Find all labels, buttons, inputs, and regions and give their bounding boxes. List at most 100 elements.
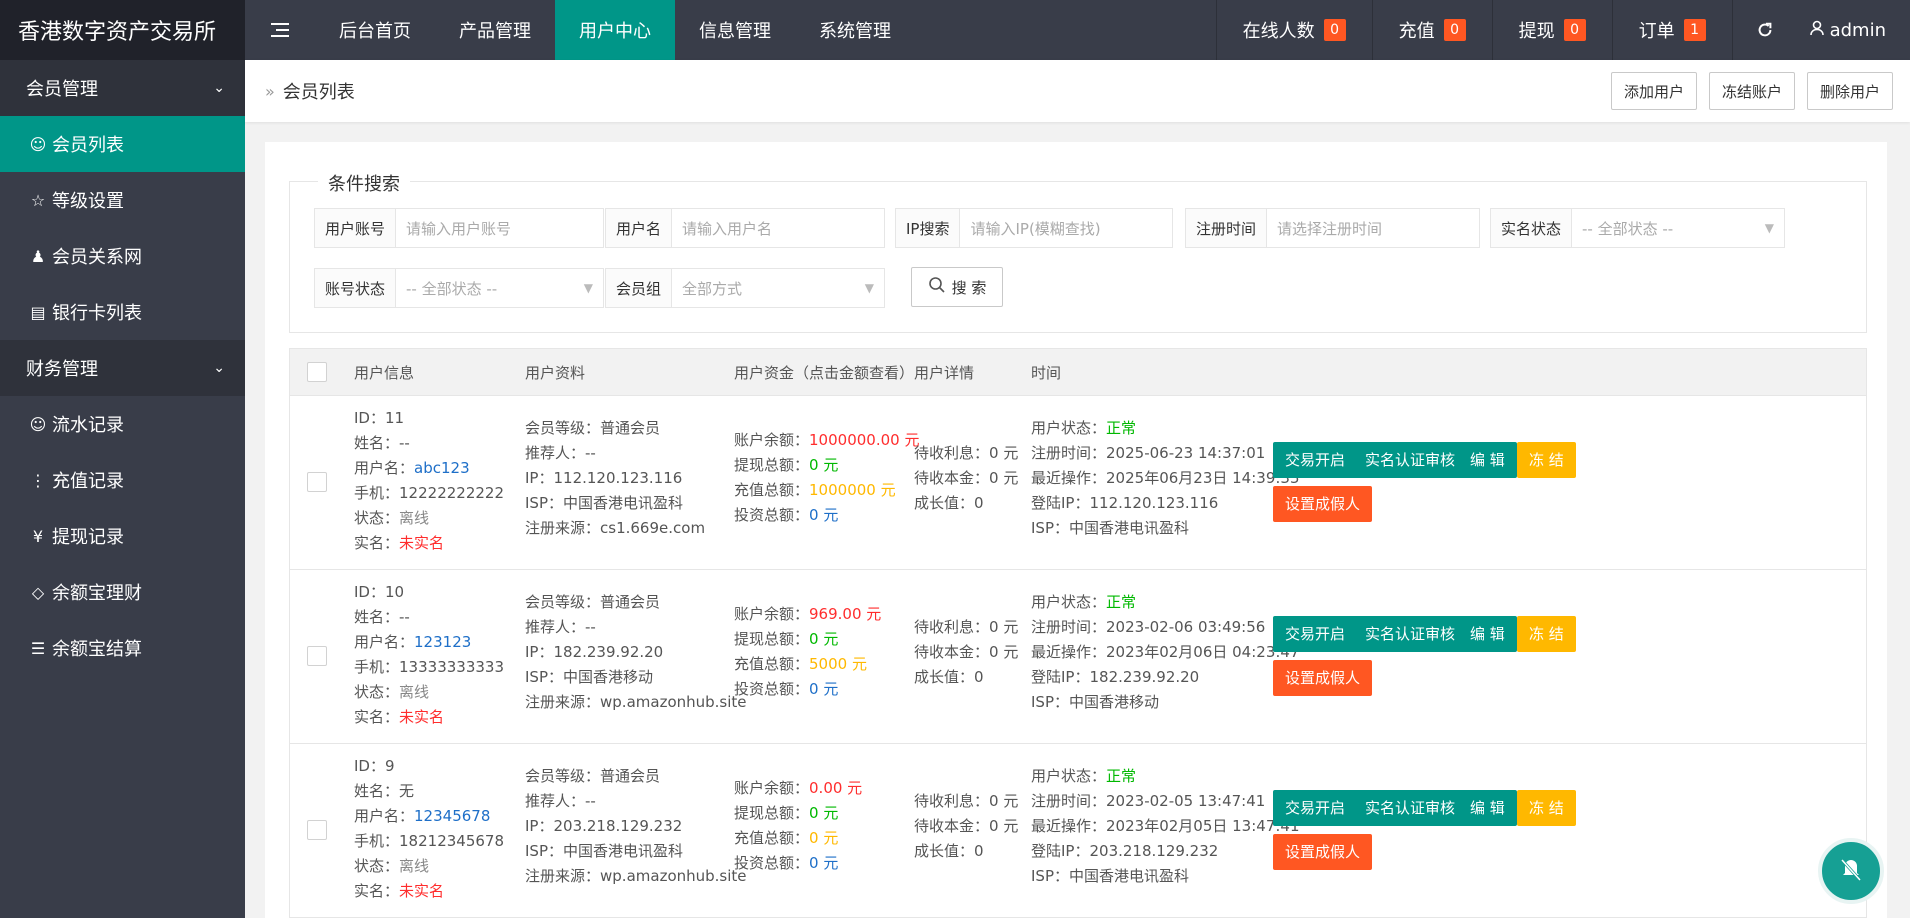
sidebar-item-levels[interactable]: ☆ 等级设置 bbox=[0, 172, 245, 228]
trade-enable-button[interactable]: 交易开启 bbox=[1273, 790, 1358, 826]
sidebar-item-withdraw[interactable]: ¥ 提现记录 bbox=[0, 508, 245, 564]
info-text: 普通会员 bbox=[600, 419, 661, 437]
balance-link[interactable]: 969.00 元 bbox=[809, 605, 881, 623]
admin-menu[interactable]: admin bbox=[1798, 0, 1910, 60]
sidebar-item-member-list[interactable]: ☺ 会员列表 bbox=[0, 116, 245, 172]
group-select[interactable]: 全部方式 ▼ bbox=[672, 269, 884, 307]
select-all-checkbox[interactable] bbox=[307, 362, 327, 382]
delete-user-button[interactable]: 删除用户 bbox=[1806, 72, 1893, 110]
freeze-button[interactable]: 冻 结 bbox=[1517, 442, 1576, 478]
edit-button[interactable]: 编 辑 bbox=[1458, 616, 1517, 652]
info-text: 姓名： bbox=[354, 434, 400, 452]
row-checkbox[interactable] bbox=[307, 820, 327, 840]
row-checkbox[interactable] bbox=[307, 646, 327, 666]
stat-recharge[interactable]: 充值 0 bbox=[1371, 0, 1492, 60]
info-line: 待收利息：0 元 bbox=[914, 615, 1018, 640]
info-text: 提现总额： bbox=[734, 804, 810, 822]
info-line: 用户名：12345678 bbox=[354, 804, 504, 829]
nav-home[interactable]: 后台首页 bbox=[315, 0, 435, 60]
sidebar-item-bank-cards[interactable]: ▤ 银行卡列表 bbox=[0, 284, 245, 340]
search-button[interactable]: 搜 索 bbox=[911, 267, 1003, 307]
column-header: 时间 bbox=[1031, 364, 1062, 382]
invest-link[interactable]: 0 元 bbox=[809, 506, 838, 524]
account-input[interactable]: 请输入用户账号 bbox=[396, 209, 603, 247]
refresh-icon[interactable] bbox=[1731, 0, 1798, 60]
label-text: 余额宝结算 bbox=[52, 639, 142, 660]
label-text: 会员关系网 bbox=[52, 247, 142, 268]
recharge-link[interactable]: 1000000 元 bbox=[809, 481, 896, 499]
username-link[interactable]: abc123 bbox=[414, 459, 470, 477]
info-text: 112.120.123.116 bbox=[553, 469, 683, 487]
menu-group-members[interactable]: 会员管理 ⌄ bbox=[0, 60, 245, 116]
yen-icon: ¥ bbox=[32, 526, 44, 546]
set-fake-button[interactable]: 设置成假人 bbox=[1273, 486, 1373, 522]
floating-action-button[interactable] bbox=[1818, 838, 1884, 904]
label-text: -- 全部状态 -- bbox=[1582, 219, 1674, 238]
nav-info[interactable]: 信息管理 bbox=[675, 0, 795, 60]
stat-orders[interactable]: 订单 1 bbox=[1611, 0, 1732, 60]
info-text: 成长值： bbox=[914, 668, 975, 686]
sidebar-item-relations[interactable]: ♟ 会员关系网 bbox=[0, 228, 245, 284]
edit-button[interactable]: 编 辑 bbox=[1458, 442, 1517, 478]
regtime-input[interactable]: 请选择注册时间 bbox=[1267, 209, 1479, 247]
stat-withdraw[interactable]: 提现 0 bbox=[1491, 0, 1612, 60]
nav-system[interactable]: 系统管理 bbox=[795, 0, 915, 60]
row-checkbox[interactable] bbox=[307, 472, 327, 492]
realname-verify-button[interactable]: 实名认证审核 bbox=[1353, 442, 1468, 478]
info-line: 推荐人：-- bbox=[525, 441, 705, 466]
info-text: 离线 bbox=[399, 683, 430, 701]
withdraw-link[interactable]: 0 元 bbox=[809, 456, 838, 474]
info-line: 投资总额：0 元 bbox=[734, 677, 881, 702]
info-line: 实名：未实名 bbox=[354, 531, 504, 556]
balance-link[interactable]: 0.00 元 bbox=[809, 779, 862, 797]
realname-verify-button[interactable]: 实名认证审核 bbox=[1353, 616, 1468, 652]
menu-group-finance[interactable]: 财务管理 ⌄ bbox=[0, 340, 245, 396]
info-text: 姓名： bbox=[354, 782, 400, 800]
freeze-account-button[interactable]: 冻结账户 bbox=[1708, 72, 1795, 110]
trade-enable-button[interactable]: 交易开启 bbox=[1273, 442, 1358, 478]
info-text: 0 元 bbox=[989, 817, 1019, 835]
info-text: 投资总额： bbox=[734, 680, 810, 698]
info-text: 注册来源： bbox=[525, 867, 601, 885]
stat-online[interactable]: 在线人数 0 bbox=[1215, 0, 1372, 60]
caret-down-icon: ▼ bbox=[864, 281, 874, 295]
double-chevron-right-icon: » bbox=[265, 81, 275, 101]
trade-enable-button[interactable]: 交易开启 bbox=[1273, 616, 1358, 652]
info-line: 用户名：abc123 bbox=[354, 456, 504, 481]
withdraw-link[interactable]: 0 元 bbox=[809, 804, 838, 822]
add-user-button[interactable]: 添加用户 bbox=[1610, 72, 1697, 110]
sidebar-item-flow[interactable]: ☺ 流水记录 bbox=[0, 396, 245, 452]
info-text: 实名： bbox=[354, 708, 400, 726]
set-fake-button[interactable]: 设置成假人 bbox=[1273, 834, 1373, 870]
realname-verify-button[interactable]: 实名认证审核 bbox=[1353, 790, 1468, 826]
sidebar-item-yeb-finance[interactable]: ◇ 余额宝理财 bbox=[0, 564, 245, 620]
sidebar-item-recharge[interactable]: ⋮ 充值记录 bbox=[0, 452, 245, 508]
freeze-button[interactable]: 冻 结 bbox=[1517, 616, 1576, 652]
info-text: 未实名 bbox=[399, 882, 445, 900]
name-input[interactable]: 请输入用户名 bbox=[672, 209, 884, 247]
balance-link[interactable]: 1000000.00 元 bbox=[809, 431, 919, 449]
realname-select[interactable]: -- 全部状态 -- ▼ bbox=[1572, 209, 1784, 247]
invest-link[interactable]: 0 元 bbox=[809, 854, 838, 872]
more-vertical-icon: ⋮ bbox=[30, 470, 46, 490]
username-link[interactable]: 123123 bbox=[414, 633, 471, 651]
label-text: admin bbox=[1829, 19, 1886, 41]
menu-icon[interactable] bbox=[245, 0, 315, 60]
mute-icon bbox=[1836, 854, 1866, 888]
nav-user-center[interactable]: 用户中心 bbox=[555, 0, 675, 60]
recharge-link[interactable]: 5000 元 bbox=[809, 655, 867, 673]
edit-button[interactable]: 编 辑 bbox=[1458, 790, 1517, 826]
nav-products[interactable]: 产品管理 bbox=[435, 0, 555, 60]
set-fake-button[interactable]: 设置成假人 bbox=[1273, 660, 1373, 696]
username-link[interactable]: 12345678 bbox=[414, 807, 490, 825]
invest-link[interactable]: 0 元 bbox=[809, 680, 838, 698]
status-select[interactable]: -- 全部状态 -- ▼ bbox=[396, 269, 603, 307]
recharge-link[interactable]: 0 元 bbox=[809, 829, 838, 847]
withdraw-link[interactable]: 0 元 bbox=[809, 630, 838, 648]
sidebar-item-yeb-settle[interactable]: ☰ 余额宝结算 bbox=[0, 620, 245, 676]
freeze-button[interactable]: 冻 结 bbox=[1517, 790, 1576, 826]
info-line: 实名：未实名 bbox=[354, 705, 504, 730]
info-text: 登陆IP： bbox=[1031, 668, 1090, 686]
info-text: 待收利息： bbox=[914, 444, 990, 462]
ip-input[interactable]: 请输入IP(模糊查找) bbox=[960, 209, 1172, 247]
